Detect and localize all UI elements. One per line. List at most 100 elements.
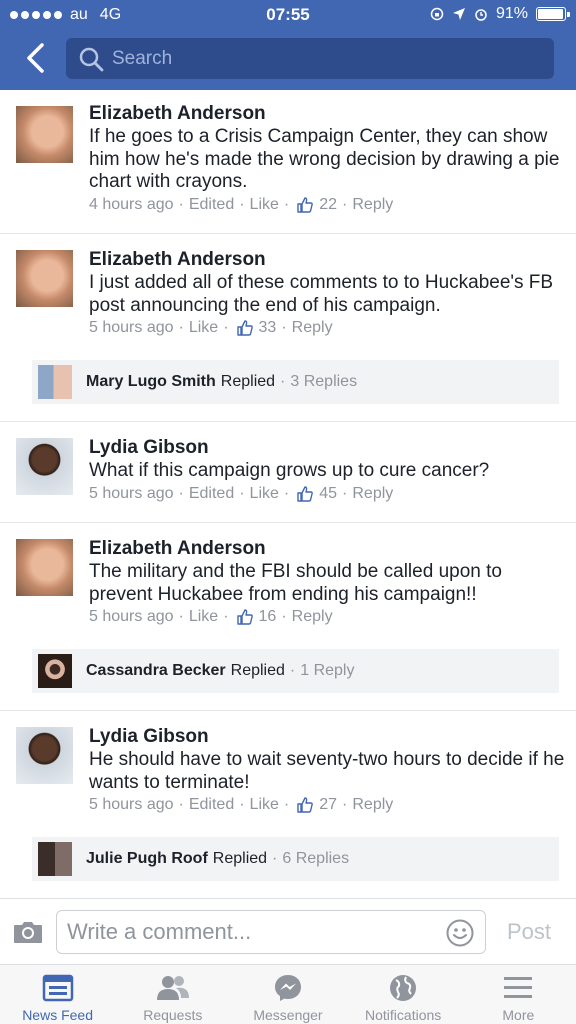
comment-time: 5 hours ago [89, 796, 174, 813]
edited-label: Edited [188, 796, 235, 813]
divider [0, 710, 576, 711]
avatar [38, 654, 72, 688]
thumbs-up-icon [297, 197, 314, 213]
comments-list: Elizabeth Anderson If he goes to a Crisi… [0, 90, 576, 898]
avatar[interactable] [16, 727, 73, 784]
battery-percent: 91% [495, 5, 528, 22]
comment-text: What if this campaign grows up to cure c… [89, 460, 490, 481]
comment-time: 4 hours ago [89, 196, 174, 213]
tab-label: More [502, 1007, 535, 1023]
comment-author[interactable]: Elizabeth Anderson [89, 538, 266, 560]
search-icon [79, 47, 104, 71]
status-bar: au 4G 07:55 91% [0, 0, 576, 30]
tab-notifications[interactable]: Notifications [346, 965, 461, 1024]
comment-meta: 5 hours ago · Like · 16 · Reply [89, 608, 333, 626]
search-input[interactable] [112, 47, 532, 70]
friend-requests-icon [156, 976, 189, 1000]
like-count: 27 [319, 796, 338, 813]
tab-more[interactable]: More [461, 965, 576, 1024]
reply-button[interactable]: Reply [292, 319, 333, 337]
comment-text: He should have to wait seventy-two hours… [89, 749, 565, 793]
location-arrow-icon [452, 8, 465, 20]
camera-icon[interactable] [12, 919, 44, 945]
alarm-icon [475, 9, 487, 21]
divider [0, 522, 576, 523]
tab-label: Requests [143, 1007, 203, 1023]
divider [0, 421, 576, 422]
avatar [38, 365, 72, 399]
avatar [38, 842, 72, 876]
like-button[interactable]: Like [250, 796, 279, 814]
replied-label: Replied [212, 850, 268, 867]
like-button[interactable]: Like [250, 196, 279, 214]
comment-meta: 5 hours ago · Like · 33 · Reply [89, 319, 333, 337]
comment-author[interactable]: Lydia Gibson [89, 726, 209, 748]
comment-text: The military and the FBI should be calle… [89, 561, 502, 605]
back-chevron-icon[interactable] [22, 42, 50, 74]
like-count: 22 [319, 196, 338, 213]
comment-text: I just added all of these comments to to… [89, 272, 554, 316]
comment-author[interactable]: Lydia Gibson [89, 437, 209, 459]
like-count: 45 [319, 485, 338, 502]
messenger-icon [274, 975, 301, 1001]
avatar[interactable] [16, 438, 73, 495]
replies-count[interactable]: 1 Reply [300, 662, 354, 680]
replies-count[interactable]: 6 Replies [282, 850, 349, 868]
reply-button[interactable]: Reply [352, 485, 393, 503]
battery-icon [536, 7, 570, 21]
news-feed-icon [42, 974, 73, 1002]
comment-input[interactable] [67, 919, 437, 945]
edited-label: Edited [188, 196, 235, 213]
like-count: 33 [258, 319, 277, 336]
like-count: 16 [258, 608, 277, 625]
tab-messenger[interactable]: Messenger [230, 965, 345, 1024]
comment-meta: 5 hours ago · Edited · Like · 27 · Reply [89, 796, 394, 814]
tab-requests[interactable]: Requests [115, 965, 230, 1024]
bottom-tab-bar: News Feed Requests Messenger Notificatio… [0, 964, 576, 1024]
reply-button[interactable]: Reply [352, 196, 393, 214]
replied-label: Replied [220, 373, 276, 390]
thumbs-up-icon [297, 486, 314, 502]
like-button[interactable]: Like [189, 608, 218, 626]
comment-meta: 4 hours ago · Edited · Like · 22 · Reply [89, 196, 394, 214]
replies-summary[interactable]: Mary Lugo Smith Replied · 3 Replies [32, 360, 559, 404]
rotation-lock-icon [430, 7, 444, 21]
avatar[interactable] [16, 250, 73, 307]
comment-time: 5 hours ago [89, 319, 174, 336]
thumbs-up-icon [236, 320, 253, 336]
comment-input-box[interactable] [56, 910, 486, 954]
reply-button[interactable]: Reply [292, 608, 333, 626]
divider [0, 233, 576, 234]
replies-summary[interactable]: Cassandra Becker Replied · 1 Reply [32, 649, 559, 693]
comment-author[interactable]: Elizabeth Anderson [89, 249, 266, 271]
reply-author: Cassandra Becker [86, 662, 226, 679]
comment-time: 5 hours ago [89, 608, 174, 625]
tab-label: Notifications [365, 1007, 442, 1023]
reply-author: Julie Pugh Roof [86, 850, 208, 867]
menu-icon [504, 977, 533, 998]
replies-count[interactable]: 3 Replies [290, 373, 357, 391]
like-button[interactable]: Like [250, 485, 279, 503]
replied-label: Replied [230, 662, 285, 679]
comment-text: If he goes to a Crisis Campaign Center, … [89, 126, 560, 192]
edited-label: Edited [188, 485, 235, 502]
post-button[interactable]: Post [507, 919, 551, 945]
top-bar: au 4G 07:55 91% [0, 0, 576, 90]
comment-meta: 5 hours ago · Edited · Like · 45 · Reply [89, 485, 394, 503]
comment-author[interactable]: Elizabeth Anderson [89, 103, 266, 125]
thumbs-up-icon [236, 609, 253, 625]
replies-summary[interactable]: Julie Pugh Roof Replied · 6 Replies [32, 837, 559, 881]
like-button[interactable]: Like [189, 319, 218, 337]
search-bar[interactable] [66, 38, 554, 79]
globe-icon [390, 975, 417, 1001]
avatar[interactable] [16, 106, 73, 163]
tab-news-feed[interactable]: News Feed [0, 965, 115, 1024]
thumbs-up-icon [297, 797, 314, 813]
comment-composer: Post [0, 898, 576, 964]
reply-button[interactable]: Reply [352, 796, 393, 814]
tab-label: News Feed [22, 1007, 93, 1023]
avatar[interactable] [16, 539, 73, 596]
comment-time: 5 hours ago [89, 485, 174, 502]
emoji-smiley-icon[interactable] [445, 918, 475, 948]
tab-label: Messenger [253, 1007, 323, 1023]
